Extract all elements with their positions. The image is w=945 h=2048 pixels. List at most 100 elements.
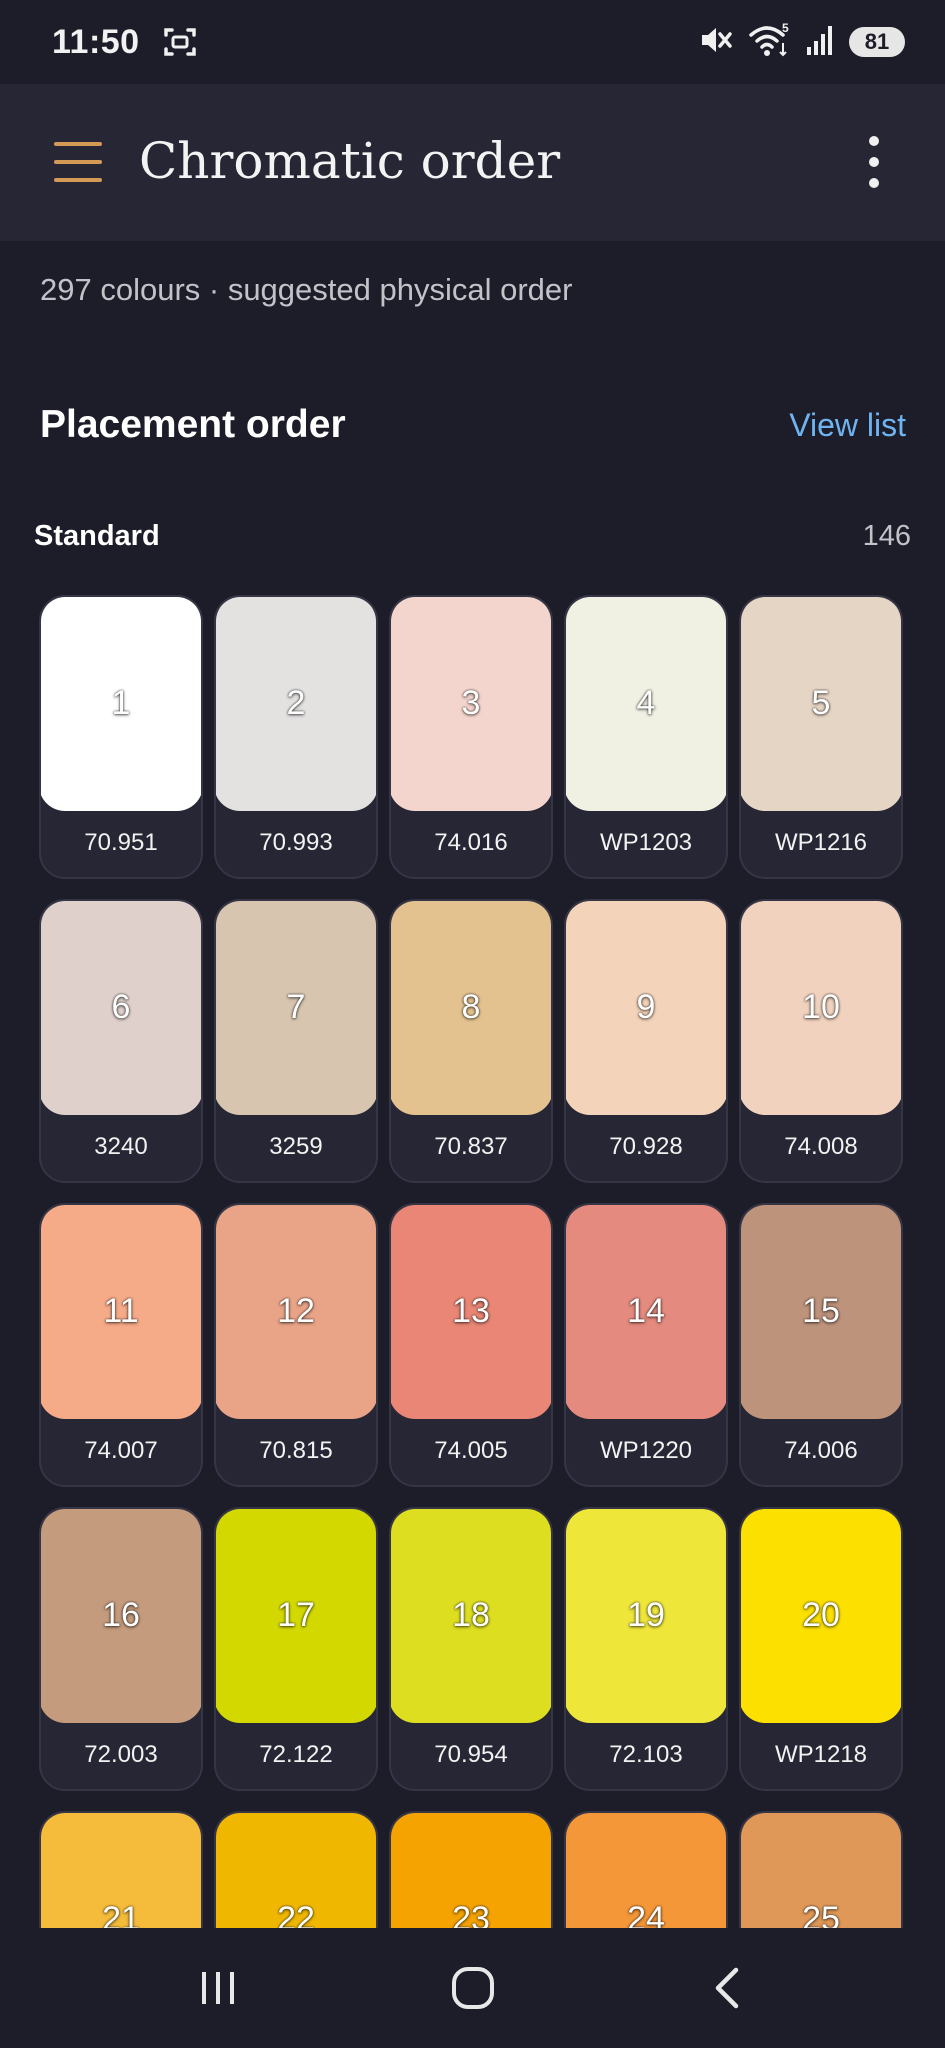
swatch-number: 21 — [102, 1899, 140, 1929]
color-code: 70.993 — [259, 829, 333, 856]
color-swatch: 10 — [741, 901, 901, 1115]
color-swatch: 9 — [566, 901, 726, 1115]
color-card[interactable]: 20 WP1218 — [739, 1507, 903, 1791]
status-icons: 5 81 — [697, 21, 905, 64]
swatch-grid: 1 70.951 2 70.993 3 74.016 4 WP1203 5 WP1216 6 3240… — [39, 595, 903, 1928]
color-swatch: 20 — [741, 1509, 901, 1723]
color-code: 70.837 — [434, 1133, 508, 1160]
color-code: WP1203 — [599, 829, 693, 856]
swatch-number: 20 — [802, 1595, 840, 1634]
swatch-number: 23 — [452, 1899, 490, 1929]
swatch-number: 10 — [802, 987, 840, 1026]
swatch-number: 13 — [452, 1291, 490, 1330]
color-code: 70.954 — [434, 1741, 508, 1768]
color-card[interactable]: 25 — [739, 1811, 903, 1928]
color-swatch: 1 — [41, 597, 201, 811]
color-card[interactable]: 21 — [39, 1811, 203, 1928]
screen: 11:50 5 81 Chromatic order 297 colours ·… — [0, 0, 945, 2048]
color-swatch: 15 — [741, 1205, 901, 1419]
color-swatch: 13 — [391, 1205, 551, 1419]
app-bar: Chromatic order — [0, 84, 945, 241]
color-card[interactable]: 4 WP1203 — [564, 595, 728, 879]
color-card[interactable]: 15 74.006 — [739, 1203, 903, 1487]
color-swatch: 3 — [391, 597, 551, 811]
color-code: 72.003 — [84, 1741, 158, 1768]
swatch-number: 1 — [111, 683, 131, 722]
color-swatch: 5 — [741, 597, 901, 811]
color-swatch: 14 — [566, 1205, 726, 1419]
swatch-number: 6 — [111, 987, 131, 1026]
status-bar: 11:50 5 81 — [0, 0, 945, 84]
swatch-number: 8 — [461, 987, 481, 1026]
hamburger-menu-icon[interactable] — [54, 142, 102, 182]
color-card[interactable]: 5 WP1216 — [739, 595, 903, 879]
screenshot-icon — [162, 22, 202, 62]
group-header: Standard 146 — [34, 520, 911, 553]
color-swatch: 22 — [216, 1813, 376, 1929]
color-code: WP1218 — [774, 1741, 868, 1768]
color-card[interactable]: 9 70.928 — [564, 899, 728, 1183]
swatch-number: 5 — [811, 683, 831, 722]
color-code: WP1216 — [774, 829, 868, 856]
swatch-number: 9 — [636, 987, 656, 1026]
color-code: 74.005 — [434, 1437, 508, 1464]
swatch-number: 7 — [286, 987, 306, 1026]
group-name: Standard — [34, 520, 160, 552]
group-count: 146 — [862, 520, 911, 552]
swatch-number: 18 — [452, 1595, 490, 1634]
color-card[interactable]: 12 70.815 — [214, 1203, 378, 1487]
color-swatch: 23 — [391, 1813, 551, 1929]
color-card[interactable]: 23 — [389, 1811, 553, 1928]
color-swatch: 21 — [41, 1813, 201, 1929]
more-vert-icon[interactable] — [862, 136, 886, 188]
color-code: WP1220 — [599, 1437, 693, 1464]
color-card[interactable]: 14 WP1220 — [564, 1203, 728, 1487]
color-card[interactable]: 13 74.005 — [389, 1203, 553, 1487]
home-icon[interactable] — [423, 1948, 523, 2028]
color-card[interactable]: 24 — [564, 1811, 728, 1928]
navigation-bar — [0, 1928, 945, 2048]
color-card[interactable]: 6 3240 — [39, 899, 203, 1183]
section-title: Placement order — [40, 403, 346, 446]
color-card[interactable]: 16 72.003 — [39, 1507, 203, 1791]
color-swatch: 8 — [391, 901, 551, 1115]
swatch-number: 25 — [802, 1899, 840, 1929]
color-code: 72.122 — [259, 1741, 333, 1768]
view-list-link[interactable]: View list — [789, 407, 906, 444]
mute-icon — [697, 22, 733, 63]
color-card[interactable]: 17 72.122 — [214, 1507, 378, 1791]
color-code: 3259 — [269, 1133, 323, 1160]
subtitle: 297 colours · suggested physical order — [40, 272, 573, 307]
color-code: 74.007 — [84, 1437, 158, 1464]
color-card[interactable]: 10 74.008 — [739, 899, 903, 1183]
signal-icon — [805, 23, 835, 62]
color-code: 70.951 — [84, 829, 158, 856]
color-card[interactable]: 1 70.951 — [39, 595, 203, 879]
color-card[interactable]: 18 70.954 — [389, 1507, 553, 1791]
swatch-number: 11 — [103, 1291, 139, 1330]
back-icon[interactable] — [678, 1948, 778, 2028]
color-card[interactable]: 8 70.837 — [389, 899, 553, 1183]
color-card[interactable]: 3 74.016 — [389, 595, 553, 879]
color-swatch: 19 — [566, 1509, 726, 1723]
color-swatch: 4 — [566, 597, 726, 811]
swatch-number: 2 — [286, 683, 306, 722]
color-code: 74.008 — [784, 1133, 858, 1160]
color-card[interactable]: 19 72.103 — [564, 1507, 728, 1791]
wifi-icon: 5 — [747, 21, 791, 64]
color-code: 72.103 — [609, 1741, 683, 1768]
recent-apps-icon[interactable] — [168, 1948, 268, 2028]
color-swatch: 17 — [216, 1509, 376, 1723]
color-card[interactable]: 22 — [214, 1811, 378, 1928]
color-card[interactable]: 11 74.007 — [39, 1203, 203, 1487]
color-swatch: 11 — [41, 1205, 201, 1419]
swatch-number: 22 — [277, 1899, 315, 1929]
color-code: 74.006 — [784, 1437, 858, 1464]
color-card[interactable]: 7 3259 — [214, 899, 378, 1183]
color-card[interactable]: 2 70.993 — [214, 595, 378, 879]
swatch-number: 24 — [627, 1899, 665, 1929]
color-code: 70.815 — [259, 1437, 333, 1464]
battery-icon: 81 — [849, 27, 905, 57]
swatch-grid-viewport[interactable]: 1 70.951 2 70.993 3 74.016 4 WP1203 5 WP1216 6 3240… — [0, 590, 945, 1928]
swatch-number: 12 — [277, 1291, 315, 1330]
